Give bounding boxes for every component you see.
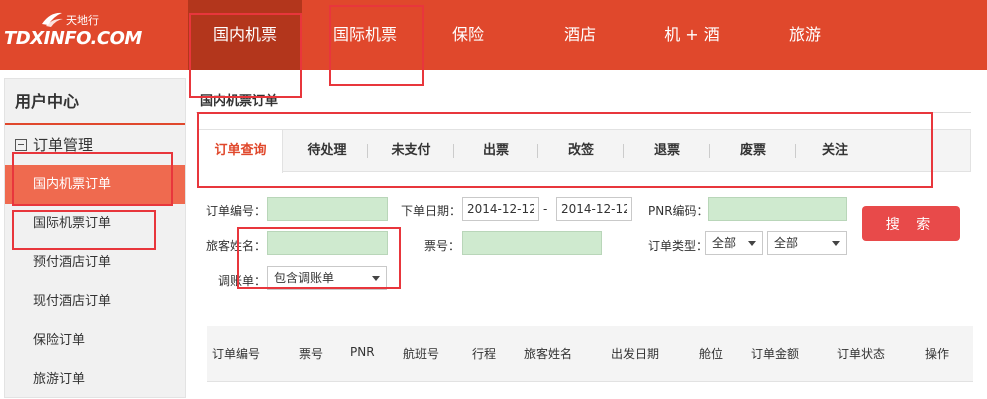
logo[interactable]: 天地行 TDXINFO.COM: [4, 6, 142, 62]
order-date-label: 下单日期：: [401, 204, 462, 218]
sidebar-section-label: 订单管理: [33, 136, 94, 154]
ticket-input[interactable]: [462, 231, 602, 255]
adjust-select[interactable]: 包含调账单: [267, 266, 387, 290]
chevron-down-icon: [372, 276, 380, 281]
order-type-select-2[interactable]: 全部: [767, 231, 847, 255]
sidebar-title: 用户中心: [5, 79, 185, 125]
column-header[interactable]: 订单编号: [212, 345, 260, 362]
ticket-label: 票号：: [424, 239, 461, 253]
order-type-label: 订单类型：: [648, 239, 709, 253]
nav-travel[interactable]: 旅游: [775, 0, 835, 70]
tab-unpaid[interactable]: 未支付: [369, 130, 453, 172]
nav-international-flights[interactable]: 国际机票: [310, 0, 420, 70]
collapse-icon[interactable]: [15, 139, 27, 151]
column-header[interactable]: 舱位: [699, 345, 723, 362]
page-title: 国内机票订单: [200, 94, 279, 109]
pnr-label: PNR编码：: [648, 204, 709, 218]
column-header[interactable]: 行程: [472, 345, 496, 362]
sidebar-section-order-management[interactable]: 订单管理: [5, 125, 185, 165]
nav-insurance[interactable]: 保险: [438, 0, 498, 70]
column-header[interactable]: 旅客姓名: [524, 345, 572, 362]
date-from-input[interactable]: [462, 197, 539, 221]
tab-order-query[interactable]: 订单查询: [199, 130, 283, 173]
search-button[interactable]: 搜 索: [862, 206, 960, 241]
sidebar-item-domestic-flight-orders[interactable]: 国内机票订单: [5, 165, 185, 204]
column-header[interactable]: PNR: [350, 345, 375, 359]
chevron-down-icon: [832, 241, 840, 246]
tab-void[interactable]: 废票: [711, 130, 795, 172]
column-header[interactable]: 出发日期: [611, 345, 659, 362]
tab-pending[interactable]: 待处理: [287, 130, 367, 172]
column-header[interactable]: 订单金额: [751, 345, 799, 362]
tab-issued[interactable]: 出票: [455, 130, 537, 172]
nav-domestic-flights[interactable]: 国内机票: [188, 0, 302, 70]
tab-separator: [709, 144, 710, 158]
pnr-input[interactable]: [708, 197, 847, 221]
nav-flight-hotel[interactable]: 机 + 酒: [652, 0, 732, 70]
logo-brand: TDXINFO.COM: [4, 28, 142, 49]
column-header[interactable]: 订单状态: [837, 345, 885, 362]
column-header[interactable]: 操作: [925, 345, 949, 362]
divider: [196, 112, 971, 113]
sidebar-item-travel-orders[interactable]: 旅游订单: [5, 360, 185, 399]
adjust-label: 调账单：: [218, 274, 267, 288]
column-header[interactable]: 航班号: [403, 345, 439, 362]
adjust-value: 包含调账单: [274, 271, 335, 285]
order-type-select-1[interactable]: 全部: [705, 231, 763, 255]
orders-table-header: 订单编号 票号 PNR 航班号 行程 旅客姓名 出发日期 舱位 订单金额 订单状…: [207, 326, 973, 382]
passenger-label: 旅客姓名：: [206, 239, 267, 253]
tab-rebook[interactable]: 改签: [539, 130, 623, 172]
tab-refund[interactable]: 退票: [625, 130, 709, 172]
tab-separator: [367, 144, 368, 158]
sidebar-item-international-flight-orders[interactable]: 国际机票订单: [5, 204, 185, 243]
passenger-input[interactable]: [267, 231, 388, 255]
tab-separator: [795, 144, 796, 158]
sidebar-item-insurance-orders[interactable]: 保险订单: [5, 321, 185, 360]
divider: [207, 381, 973, 382]
tab-separator: [623, 144, 624, 158]
swoosh-icon: [42, 12, 63, 27]
tab-watch[interactable]: 关注: [797, 130, 873, 172]
column-header[interactable]: 票号: [299, 345, 323, 362]
date-to-input[interactable]: [556, 197, 632, 221]
nav-hotel[interactable]: 酒店: [550, 0, 610, 70]
order-type-2-value: 全部: [774, 236, 799, 250]
sidebar-item-pay-at-hotel-orders[interactable]: 现付酒店订单: [5, 282, 185, 321]
order-type-1-value: 全部: [712, 236, 737, 250]
sidebar: 用户中心 订单管理 国内机票订单 国际机票订单 预付酒店订单 现付酒店订单 保险…: [4, 78, 186, 398]
tab-separator: [537, 144, 538, 158]
order-no-input[interactable]: [267, 197, 388, 221]
sidebar-item-prepaid-hotel-orders[interactable]: 预付酒店订单: [5, 243, 185, 282]
top-navbar: 天地行 TDXINFO.COM 国内机票 国际机票 保险 酒店 机 + 酒 旅游: [0, 0, 987, 70]
chevron-down-icon: [748, 241, 756, 246]
date-separator: -: [543, 202, 548, 216]
tab-separator: [453, 144, 454, 158]
order-tabs: 订单查询 待处理 未支付 出票 改签 退票 废票 关注: [198, 129, 971, 173]
order-no-label: 订单编号：: [206, 204, 267, 218]
logo-cn-name: 天地行: [66, 14, 99, 27]
